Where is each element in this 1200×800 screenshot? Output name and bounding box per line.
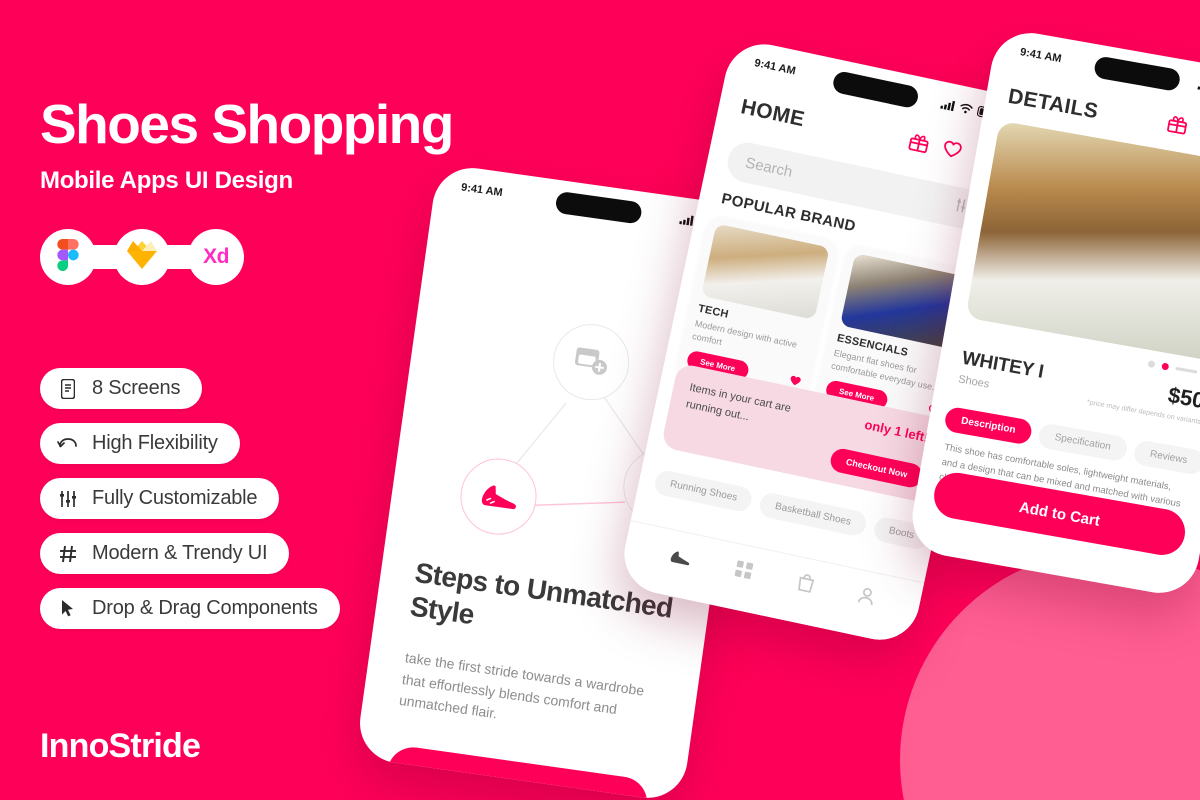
category-chip[interactable]: Basketball Shoes	[757, 491, 869, 538]
cursor-arrow-icon	[57, 598, 79, 620]
feature-chip-modern: Modern & Trendy UI	[40, 533, 290, 574]
stock-badge: only 1 left!	[863, 416, 930, 446]
cellular-icon	[679, 215, 694, 226]
feature-chip-customizable: Fully Customizable	[40, 478, 280, 519]
feature-label: Drop & Drag Components	[92, 597, 318, 619]
adobe-xd-logo-node: Xd	[188, 229, 244, 286]
brand-name: InnoStride	[40, 727, 201, 765]
feature-list: 8 Screens High Flexibility Fully Customi…	[40, 368, 340, 643]
design-tools-badge: Xd	[40, 229, 244, 286]
feature-chip-screens: 8 Screens	[40, 368, 203, 409]
status-time: 9:41 AM	[1019, 46, 1063, 66]
cellular-icon	[940, 100, 956, 111]
feature-label: Modern & Trendy UI	[92, 542, 268, 564]
figma-logo-node	[40, 229, 96, 286]
details-header-icons	[1166, 113, 1200, 151]
status-time: 9:41 AM	[753, 57, 797, 78]
search-input[interactable]: Search	[744, 154, 794, 181]
image-pagination-dots[interactable]	[1147, 360, 1198, 376]
category-chip[interactable]: Running Shoes	[652, 468, 755, 514]
flexibility-arrow-icon	[57, 433, 79, 455]
details-title: DETAILS	[1006, 84, 1101, 124]
product-category: Shoes	[957, 373, 991, 391]
add-product-icon	[572, 342, 611, 381]
feature-label: High Flexibility	[92, 432, 218, 454]
tab-reviews[interactable]: Reviews	[1132, 439, 1200, 476]
tab-description[interactable]: Description	[943, 405, 1034, 446]
feature-label: Fully Customizable	[92, 487, 258, 509]
pagination-dot[interactable]	[1147, 360, 1156, 369]
sliders-icon	[57, 488, 79, 510]
sketch-logo	[126, 240, 158, 275]
mobile-screen-icon	[57, 378, 79, 400]
gift-box-icon[interactable]	[907, 132, 930, 158]
pagination-dot-active[interactable]	[1161, 362, 1170, 371]
figma-logo	[57, 238, 79, 276]
product-price: $50	[1166, 382, 1200, 414]
tab-sneaker-icon[interactable]	[667, 546, 693, 572]
cart-promo-text: Items in your cart are running out...	[684, 381, 792, 423]
onboarding-subtitle: take the first stride towards a wardrobe…	[398, 649, 646, 722]
checkout-now-button[interactable]: Checkout Now	[828, 446, 925, 490]
pagination-bar[interactable]	[1175, 366, 1198, 374]
adobe-xd-logo: Xd	[203, 245, 229, 269]
gift-box-icon[interactable]	[1166, 113, 1189, 139]
page-title: Shoes Shopping	[40, 93, 454, 155]
promo-text-block: Shoes Shopping Mobile Apps UI Design Xd	[40, 93, 520, 286]
tab-specification[interactable]: Specification	[1036, 422, 1129, 463]
product-thumbnail	[700, 223, 830, 320]
promo-poster: Shoes Shopping Mobile Apps UI Design Xd …	[0, 0, 1200, 800]
sketch-logo-node	[114, 229, 170, 286]
tab-bag-icon[interactable]	[795, 572, 816, 598]
heart-icon[interactable]	[940, 139, 963, 164]
product-hero-image	[965, 120, 1200, 363]
page-subtitle: Mobile Apps UI Design	[40, 167, 293, 195]
sneaker-icon	[476, 476, 520, 516]
tab-profile-icon[interactable]	[856, 585, 877, 611]
feature-chip-dragdrop: Drop & Drag Components	[40, 588, 340, 629]
feature-chip-flexibility: High Flexibility	[40, 423, 240, 464]
wifi-icon	[960, 103, 973, 113]
home-title: HOME	[738, 95, 807, 132]
hash-icon	[57, 543, 79, 565]
tab-grid-icon[interactable]	[732, 559, 754, 585]
feature-label: 8 Screens	[92, 377, 181, 399]
onboarding-cta-button[interactable]	[383, 744, 651, 800]
